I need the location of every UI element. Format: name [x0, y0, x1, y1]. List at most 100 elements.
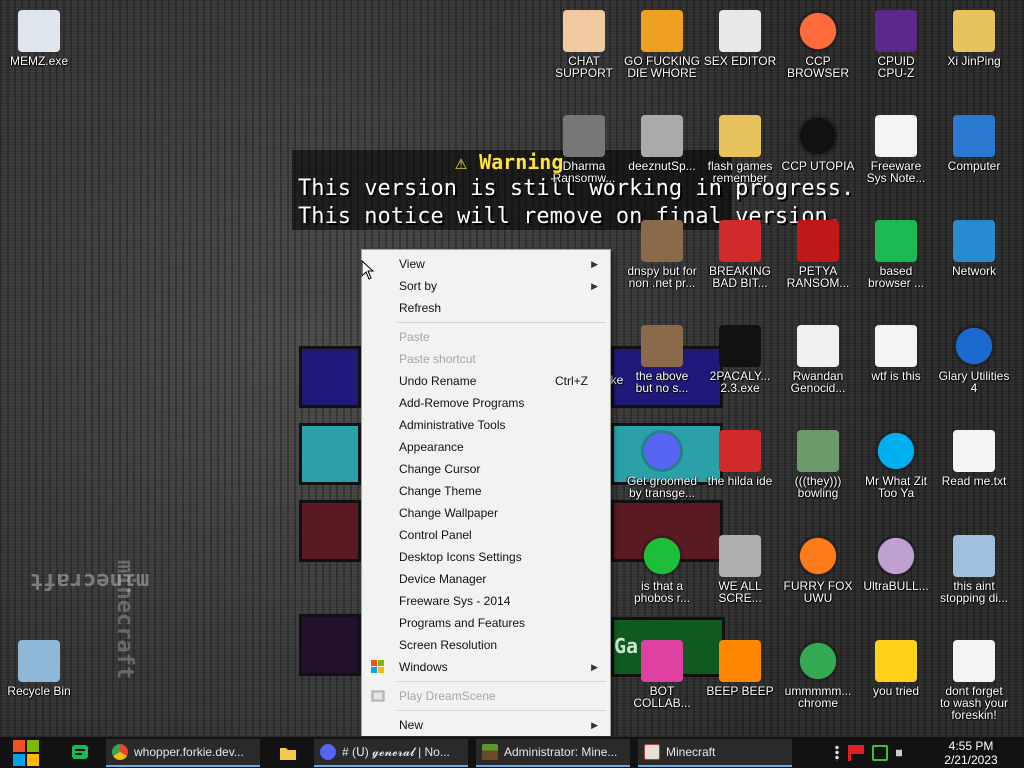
desktop-icon[interactable]: deeznutSp...: [623, 115, 701, 172]
menu-item-sort-by[interactable]: Sort by ▶: [364, 275, 608, 297]
desktop-icon[interactable]: you tried: [857, 640, 935, 697]
desktop-icon[interactable]: is that a phobos r...: [623, 535, 701, 604]
angry-bird-icon: [719, 220, 761, 262]
desktop-icon-label: Rwandan Genocid...: [790, 369, 846, 395]
desktop-icon[interactable]: MEMZ.exe: [0, 10, 78, 67]
desktop-icon[interactable]: Mr What Zit Too Ya: [857, 430, 935, 499]
desktop-icon[interactable]: BOT COLLAB...: [623, 640, 701, 709]
minecraft-button-2: [299, 423, 361, 485]
menu-item-desktop-icons-settings[interactable]: Desktop Icons Settings: [364, 546, 608, 568]
desktop-icon[interactable]: PETYA RANSOM...: [779, 220, 857, 289]
menu-item-add-remove-programs[interactable]: Add-Remove Programs: [364, 392, 608, 414]
desktop-icon[interactable]: the hilda ide: [701, 430, 779, 487]
menu-label: Programs and Features: [399, 616, 526, 630]
desktop-icon[interactable]: the above but no s...: [623, 325, 701, 394]
menu-item-undo-rename[interactable]: Undo Rename Ctrl+Z: [364, 370, 608, 392]
vlc-icon: [719, 640, 761, 682]
desktop-icon[interactable]: 2PACALY... 2.3.exe: [701, 325, 779, 394]
desktop-icon[interactable]: Recycle Bin: [0, 640, 78, 697]
desktop-icon[interactable]: CCP BROWSER: [779, 10, 857, 79]
desktop-icon[interactable]: this aint stopping di...: [935, 535, 1013, 604]
desktop-icon[interactable]: based browser ...: [857, 220, 935, 289]
taskbar-task-admin-console[interactable]: Administrator: Mine...: [476, 739, 630, 767]
menu-item-windows[interactable]: Windows ▶: [364, 656, 608, 678]
desktop-icon[interactable]: CHAT SUPPORT: [545, 10, 623, 79]
desktop-icon[interactable]: WE ALL SCRE...: [701, 535, 779, 604]
desktop-icon-label: the hilda ide: [707, 474, 773, 488]
network-icon[interactable]: [872, 745, 888, 761]
star-icon: [875, 640, 917, 682]
taskbar-task-chrome[interactable]: whopper.forkie.dev...: [106, 739, 260, 767]
desktop-icon[interactable]: Network: [935, 220, 1013, 277]
desktop-icon[interactable]: (((they))) bowling: [779, 430, 857, 499]
green-chat-icon: [875, 220, 917, 262]
desktop-icon-label: 2PACALY... 2.3.exe: [709, 369, 771, 395]
menu-label: Undo Rename: [399, 374, 477, 388]
mouse-cursor-icon: [361, 260, 375, 280]
desktop-icon-label: Freeware Sys Note...: [866, 159, 926, 185]
skull-icon: [563, 115, 605, 157]
support-agent-icon: [563, 10, 605, 52]
menu-item-change-theme[interactable]: Change Theme: [364, 480, 608, 502]
flag-icon[interactable]: [848, 745, 864, 761]
desktop-icon[interactable]: Rwandan Genocid...: [779, 325, 857, 394]
taskbar-task-minecraft[interactable]: Minecraft: [638, 739, 792, 767]
desktop-icon-label: ummmmm... chrome: [784, 684, 852, 710]
menu-item-change-cursor[interactable]: Change Cursor: [364, 458, 608, 480]
desktop-icon[interactable]: Read me.txt: [935, 430, 1013, 487]
desktop-icon[interactable]: Dharma Ransomw...: [545, 115, 623, 184]
desktop-icon[interactable]: wtf is this: [857, 325, 935, 382]
menu-item-refresh[interactable]: Refresh: [364, 297, 608, 319]
text-file-icon: [953, 430, 995, 472]
desktop-icon[interactable]: Glary Utilities 4: [935, 325, 1013, 394]
desktop-icon[interactable]: SEX EDITOR: [701, 10, 779, 67]
menu-item-device-manager[interactable]: Device Manager: [364, 568, 608, 590]
menu-separator: [397, 322, 606, 323]
desktop-icon[interactable]: UltraBULL...: [857, 535, 935, 592]
menu-item-control-panel[interactable]: Control Panel: [364, 524, 608, 546]
menu-item-new[interactable]: New ▶: [364, 714, 608, 736]
desktop-icon[interactable]: Xi JinPing: [935, 10, 1013, 67]
volume-icon[interactable]: [896, 745, 909, 761]
desktop-icon[interactable]: Computer: [935, 115, 1013, 172]
phobos-icon: [641, 535, 683, 577]
discord-icon: [641, 430, 683, 472]
menu-label: Control Panel: [399, 528, 472, 542]
menu-separator: [397, 681, 606, 682]
desktop-icon[interactable]: Get groomed by transge...: [623, 430, 701, 499]
devcpp-icon: [719, 430, 761, 472]
menu-item-change-wallpaper[interactable]: Change Wallpaper: [364, 502, 608, 524]
taskbar-pin-green-chat[interactable]: [64, 737, 96, 768]
taskbar-clock[interactable]: 4:55 PM 2/21/2023: [930, 739, 1012, 767]
desktop-icon[interactable]: ummmmm... chrome: [779, 640, 857, 709]
desktop-icon[interactable]: dnspy but for non .net pr...: [623, 220, 701, 289]
taskbar-task-discord[interactable]: # (ᑌ) 𝓰𝓮𝓷𝓮𝓻𝓪𝓵 | No...: [314, 739, 468, 767]
taskbar-pin-explorer[interactable]: [272, 737, 304, 768]
menu-item-appearance[interactable]: Appearance: [364, 436, 608, 458]
overflow-menu-icon[interactable]: [834, 745, 840, 761]
desktop[interactable]: Ga ⚠ Warning This version is still worki…: [0, 0, 1024, 736]
desktop-icon-label: Dharma Ransomw...: [552, 159, 616, 185]
menu-item-screen-resolution[interactable]: Screen Resolution: [364, 634, 608, 656]
menu-label: Play DreamScene: [399, 689, 496, 703]
desktop-icon[interactable]: Freeware Sys Note...: [857, 115, 935, 184]
desktop-icon[interactable]: flash games remember: [701, 115, 779, 184]
desktop-icon[interactable]: GO FUCKING DIE WHORE: [623, 10, 701, 79]
desktop-icon[interactable]: CPUID CPU-Z: [857, 10, 935, 79]
disc-icon: [875, 535, 917, 577]
menu-item-administrative-tools[interactable]: Administrative Tools: [364, 414, 608, 436]
desktop-icon[interactable]: dont forget to wash your foreskin!: [935, 640, 1013, 721]
document-icon: [875, 115, 917, 157]
desktop-icon-label: CPUID CPU-Z: [877, 54, 915, 80]
menu-item-freeware-sys[interactable]: Freeware Sys - 2014: [364, 590, 608, 612]
desktop-icon[interactable]: FURRY FOX UWU: [779, 535, 857, 604]
start-button[interactable]: [0, 737, 52, 768]
desktop-icon[interactable]: BEEP BEEP: [701, 640, 779, 697]
desktop-icon-label: dnspy but for non .net pr...: [627, 264, 697, 290]
desktop-icon-label: deeznutSp...: [628, 159, 696, 173]
flash-games-icon: [719, 115, 761, 157]
menu-item-view[interactable]: View ▶: [364, 253, 608, 275]
desktop-icon[interactable]: CCP UTOPIA: [779, 115, 857, 172]
menu-item-programs-and-features[interactable]: Programs and Features: [364, 612, 608, 634]
desktop-icon[interactable]: BREAKING BAD BIT...: [701, 220, 779, 289]
